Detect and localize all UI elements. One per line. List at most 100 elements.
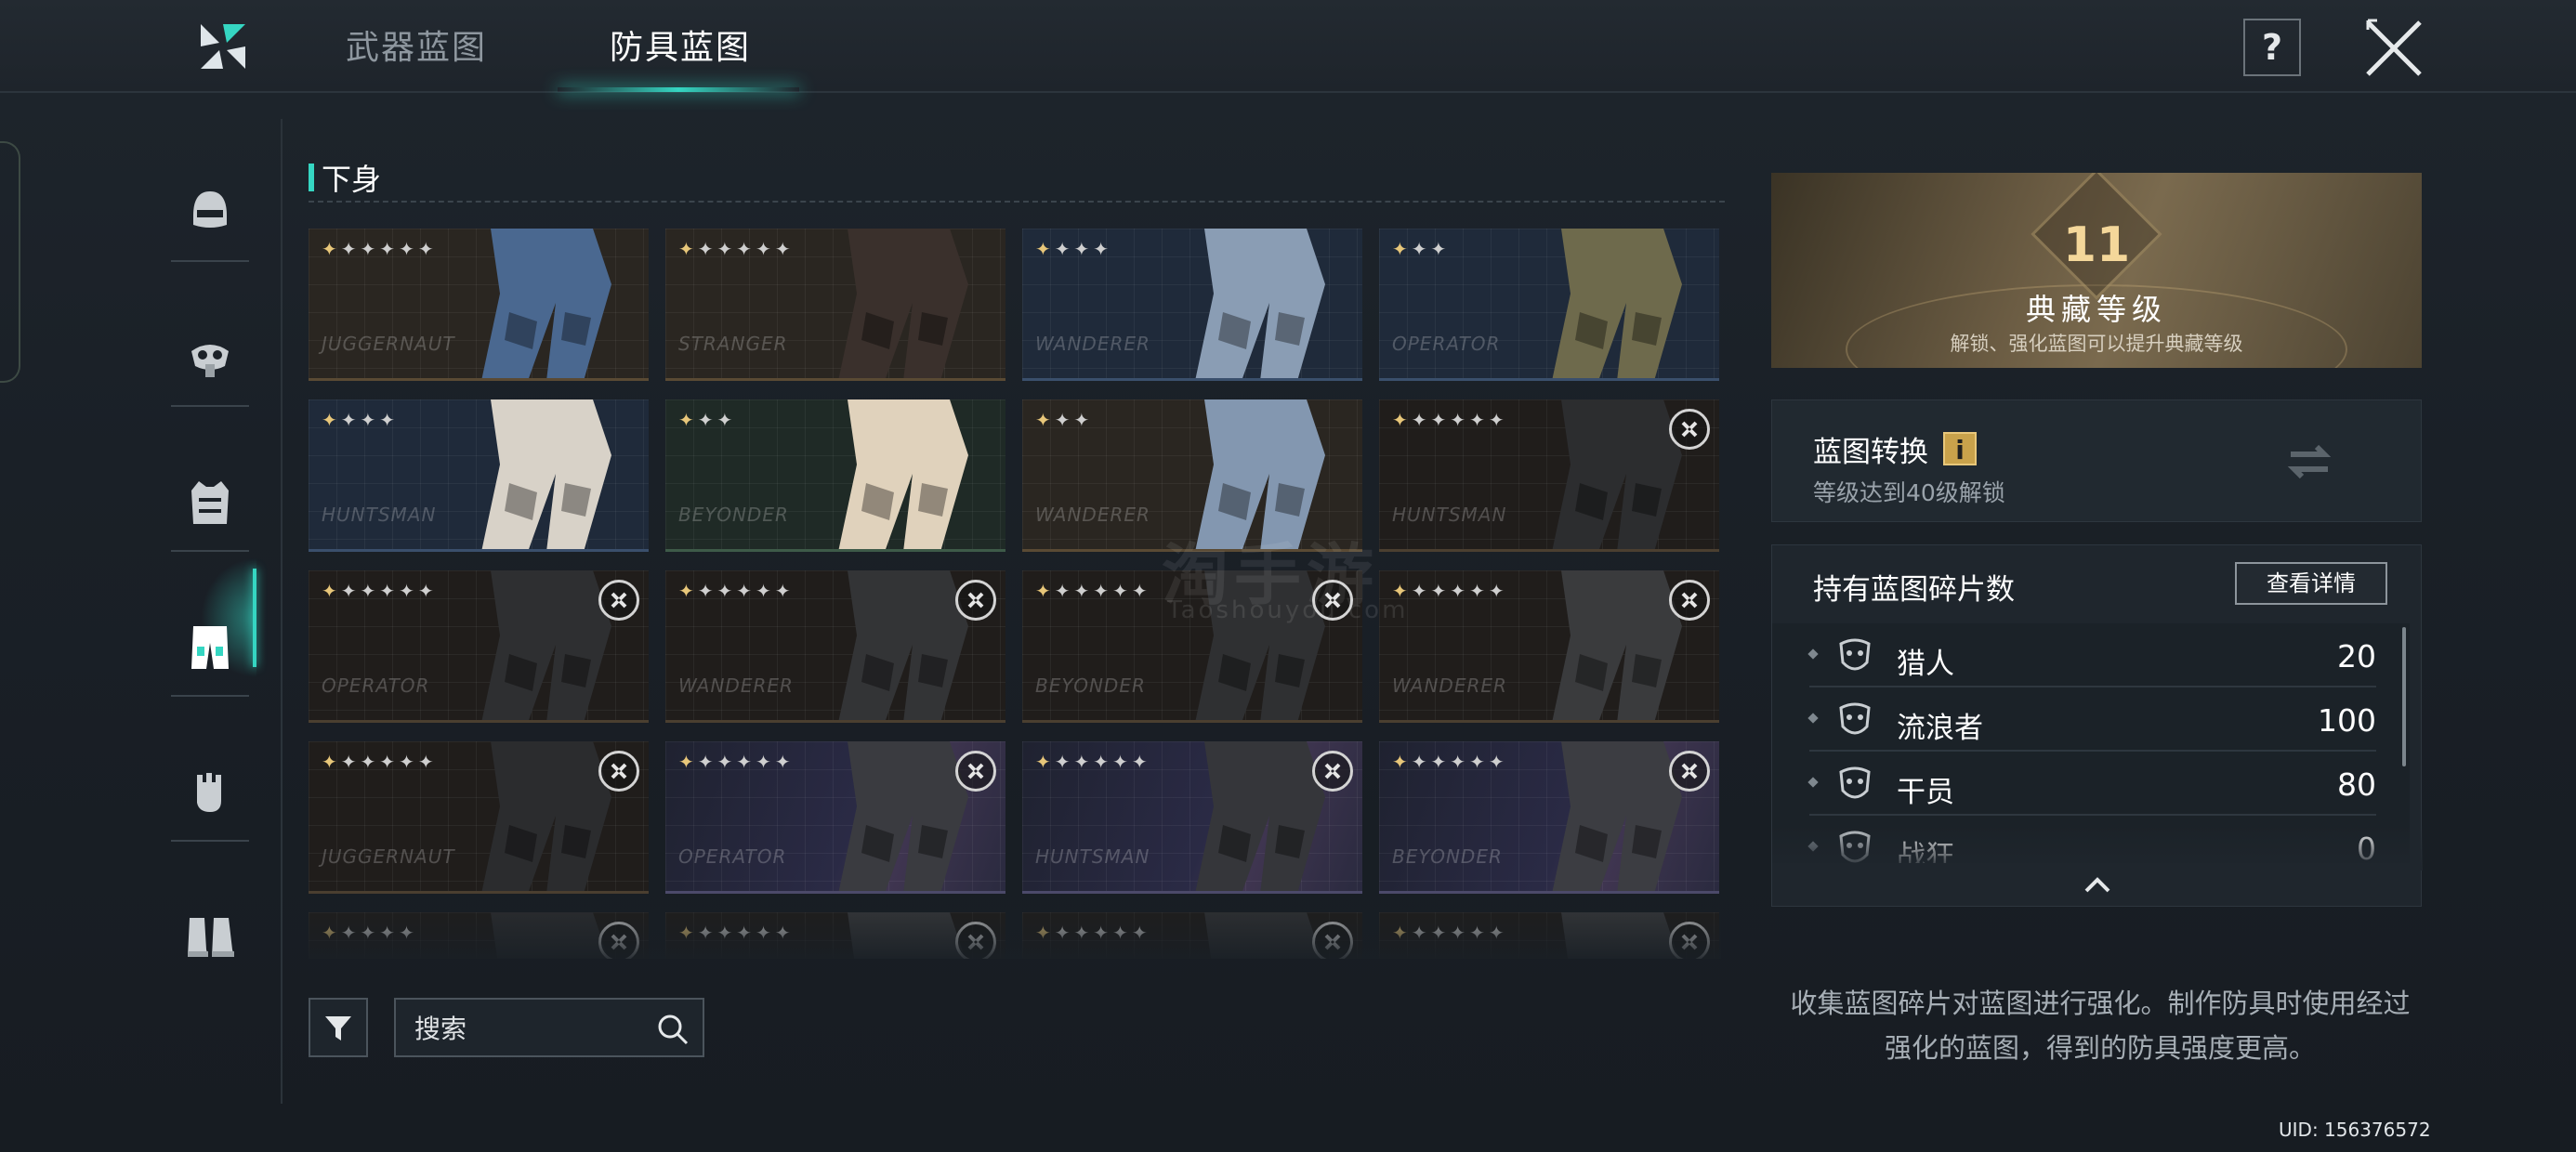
view-details-button[interactable]: 查看详情 — [2235, 562, 2387, 605]
blueprint-rarity-stars: ✦✦✦✦ — [322, 409, 399, 431]
star-icon: ✦ — [360, 238, 380, 260]
star-icon: ✦ — [1392, 238, 1412, 260]
blueprint-rarity-stars: ✦✦✦✦✦✦ — [1035, 580, 1151, 602]
star-icon: ✦ — [1093, 580, 1113, 602]
category-helmet[interactable] — [165, 139, 255, 284]
blueprint-card[interactable]: ✦✦✦✦✦✦ HUNTSMAN — [1022, 741, 1362, 894]
blueprint-rarity-stars: ✦✦✦✦✦✦ — [678, 238, 795, 260]
fragment-row[interactable]: 干员 80 — [1807, 752, 2376, 816]
help-button[interactable]: ? — [2243, 19, 2301, 76]
star-icon: ✦ — [1430, 580, 1451, 602]
fragments-hint-line: 收集蓝图碎片对蓝图进行强化。制作防具时使用经过 — [1790, 988, 2411, 1019]
tab-weapon-blueprint[interactable]: 武器蓝图 — [346, 20, 487, 69]
tab-armor-blueprint[interactable]: 防具蓝图 — [610, 20, 751, 69]
blueprint-rarity-stars: ✦✦✦✦✦✦ — [322, 751, 438, 773]
search-icon[interactable] — [656, 1013, 690, 1046]
user-id: UID: 156376572 — [2279, 1119, 2431, 1141]
fragment-row[interactable]: 流浪者 100 — [1807, 687, 2376, 752]
hunter-emblem-icon — [1839, 638, 1871, 671]
blueprint-card[interactable]: ✦✦✦✦✦✦ WANDERER — [665, 570, 1005, 723]
star-icon: ✦ — [1430, 751, 1451, 773]
star-icon: ✦ — [1054, 751, 1074, 773]
blueprint-card[interactable]: ✦✦✦✦✦✦ HUNTSMAN — [1379, 399, 1719, 552]
blueprint-card[interactable]: ✦✦✦ BEYONDER — [665, 399, 1005, 552]
category-gloves[interactable] — [165, 719, 255, 864]
pants-image — [481, 399, 611, 549]
chevron-up-icon[interactable] — [2079, 871, 2116, 898]
fragment-name: 流浪者 — [1897, 712, 1983, 745]
blueprint-brand-label: OPERATOR — [1392, 333, 1501, 355]
star-icon: ✦ — [678, 580, 698, 602]
star-icon: ✦ — [340, 751, 361, 773]
category-vest[interactable] — [165, 429, 255, 574]
blueprint-card[interactable]: ✦✦✦✦✦✦ JUGGERNAUT — [309, 229, 649, 381]
fragment-name: 干员 — [1897, 776, 1954, 809]
convert-unlock-desc: 等级达到40级解锁 — [1813, 479, 2005, 506]
category-boots[interactable] — [165, 864, 255, 1009]
blueprint-card[interactable]: ✦✦✦✦✦✦ STRANGER — [665, 229, 1005, 381]
star-icon: ✦ — [1450, 409, 1470, 431]
blueprint-card[interactable]: ✦✦✦✦✦✦ OPERATOR — [309, 570, 649, 723]
category-pants[interactable] — [165, 574, 255, 719]
star-icon: ✦ — [379, 238, 400, 260]
active-tab-indicator — [558, 87, 799, 92]
info-icon[interactable]: i — [1943, 432, 1977, 465]
section-title: 下身 — [322, 162, 382, 197]
blueprint-convert-panel[interactable]: 蓝图转换 i 等级达到40级解锁 — [1771, 399, 2422, 522]
locked-badge-icon — [598, 751, 639, 792]
star-icon: ✦ — [1411, 238, 1431, 260]
star-icon: ✦ — [1073, 238, 1094, 260]
star-icon: ✦ — [1035, 751, 1055, 773]
star-icon: ✦ — [399, 238, 418, 260]
star-icon: ✦ — [1411, 580, 1431, 602]
blueprint-brand-label: BEYONDER — [1392, 845, 1503, 868]
blueprint-rarity-stars: ✦✦✦✦✦✦ — [1392, 751, 1508, 773]
category-divider — [171, 260, 249, 262]
blueprint-card[interactable]: ✦✦✦✦✦✦ OPERATOR — [665, 741, 1005, 894]
blueprint-brand-label: BEYONDER — [1035, 674, 1146, 697]
star-icon: ✦ — [716, 580, 737, 602]
blueprint-rarity-stars: ✦✦✦✦✦✦ — [678, 751, 795, 773]
search-input[interactable] — [414, 1013, 637, 1044]
blueprint-brand-label: WANDERER — [1035, 333, 1150, 355]
blueprint-card[interactable]: ✦✦✦✦✦✦ JUGGERNAUT — [309, 741, 649, 894]
star-icon: ✦ — [379, 580, 400, 602]
close-button[interactable] — [2364, 17, 2425, 78]
locked-badge-icon — [1312, 751, 1353, 792]
pants-image — [838, 229, 968, 378]
section-divider — [309, 201, 1725, 203]
star-icon: ✦ — [1392, 409, 1412, 431]
fragment-row[interactable]: 猎人 20 — [1807, 623, 2376, 687]
category-mask[interactable] — [165, 284, 255, 429]
star-icon: ✦ — [1430, 238, 1451, 260]
blueprint-card[interactable]: ✦✦✦✦ HUNTSMAN — [309, 399, 649, 552]
blueprint-rarity-stars: ✦✦✦✦✦✦ — [1392, 409, 1508, 431]
star-icon: ✦ — [340, 580, 361, 602]
star-icon: ✦ — [1450, 751, 1470, 773]
filter-button[interactable] — [309, 998, 368, 1057]
star-icon: ✦ — [1430, 409, 1451, 431]
blueprint-card[interactable]: ✦✦✦✦✦✦ WANDERER — [1379, 570, 1719, 723]
game-logo-icon[interactable] — [193, 17, 253, 76]
blueprint-rarity-stars: ✦✦✦ — [678, 409, 736, 431]
side-drawer-handle[interactable] — [0, 141, 20, 383]
fragments-scrollbar[interactable] — [2402, 627, 2406, 766]
blueprint-rarity-stars: ✦✦✦ — [1035, 409, 1093, 431]
swap-icon[interactable] — [2281, 434, 2337, 490]
star-icon: ✦ — [1411, 409, 1431, 431]
category-divider — [171, 695, 249, 697]
blueprint-brand-label: WANDERER — [1392, 674, 1507, 697]
star-icon: ✦ — [379, 751, 400, 773]
blueprint-card[interactable]: ✦✦✦✦✦✦ BEYONDER — [1379, 741, 1719, 894]
star-icon: ✦ — [322, 238, 341, 260]
pants-icon — [191, 626, 229, 669]
blueprint-fragments-panel: 持有蓝图碎片数 查看详情 猎人20流浪者100干员80战狂0 — [1771, 544, 2423, 907]
blueprint-card[interactable]: ✦✦✦ OPERATOR — [1379, 229, 1719, 381]
convert-title: 蓝图转换 — [1813, 436, 1928, 469]
search-box[interactable] — [394, 998, 704, 1057]
collection-level-panel[interactable]: 11 典藏等级 解锁、强化蓝图可以提升典藏等级 — [1771, 173, 2422, 368]
collection-level-value: 11 — [2062, 217, 2131, 273]
blueprint-card[interactable]: ✦✦✦✦ WANDERER — [1022, 229, 1362, 381]
star-icon: ✦ — [697, 409, 717, 431]
top-bar: 武器蓝图 防具蓝图 ? — [0, 0, 2576, 93]
